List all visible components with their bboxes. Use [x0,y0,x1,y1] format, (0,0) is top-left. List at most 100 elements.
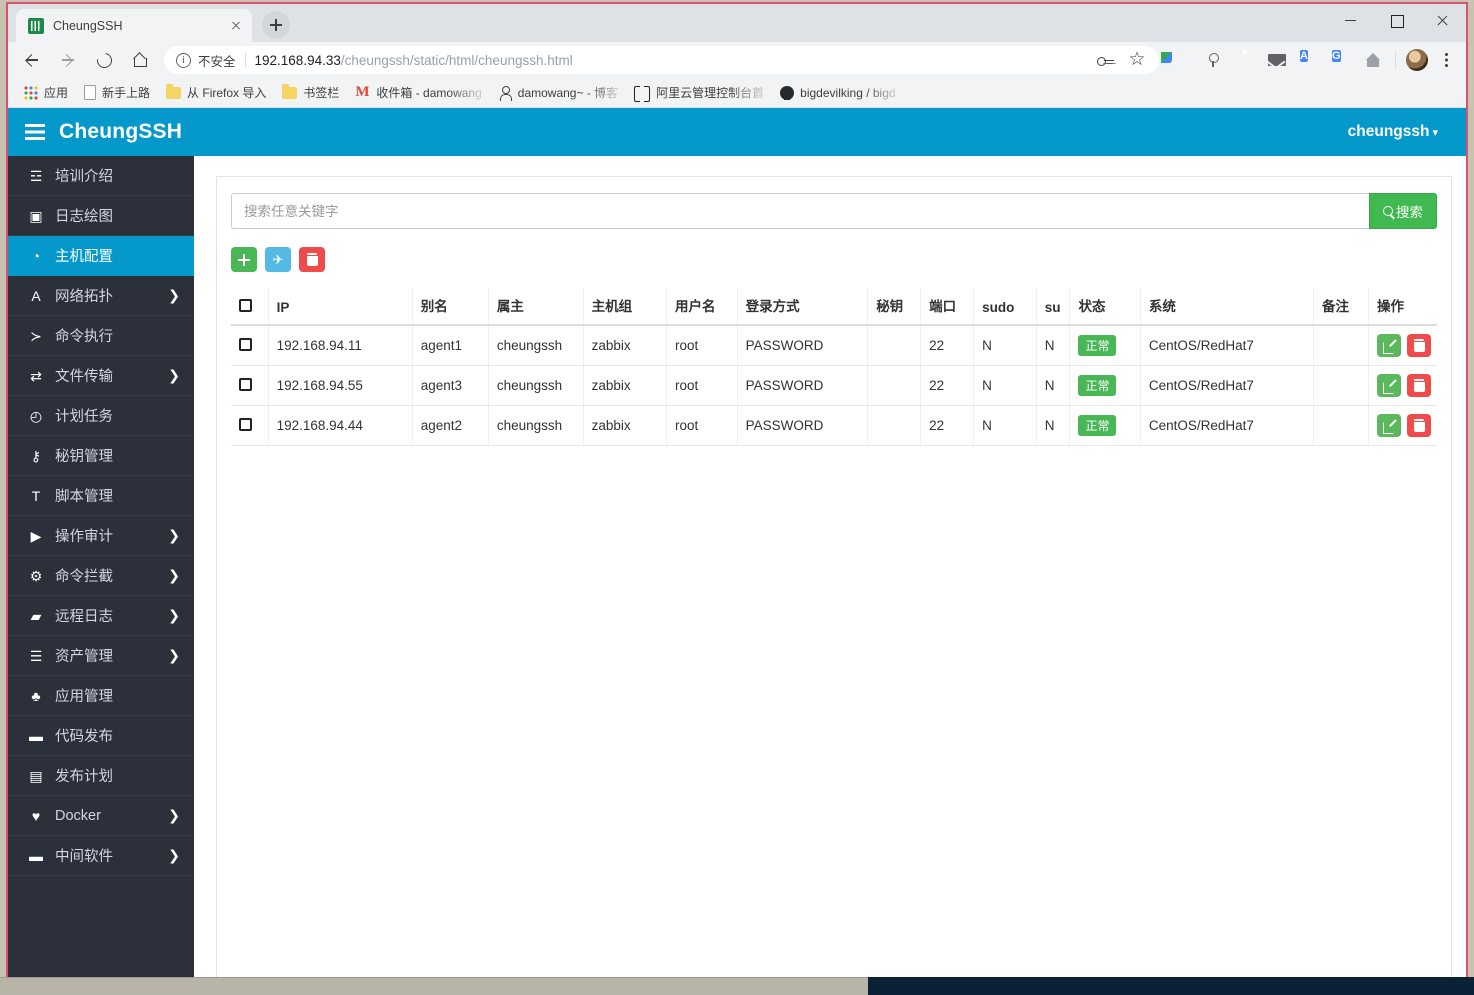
column-alias[interactable]: 别名 [412,288,489,326]
column-status[interactable]: 状态 [1069,288,1141,326]
bookmark-apps[interactable]: 应用 [16,81,76,105]
table-row[interactable]: 192.168.94.11 agent1 cheungssh zabbix root PA… [231,325,1437,366]
sidebar-item-4[interactable]: ≻ 命令执行 [8,316,194,356]
column-owner[interactable]: 属主 [488,288,584,326]
column-note[interactable]: 备注 [1313,288,1369,326]
sidebar-item-13[interactable]: ♣ 应用管理 [8,676,194,716]
add-host-button[interactable] [231,247,257,272]
cell-ip: 192.168.94.55 [268,365,413,406]
key-icon: ⚷ [30,447,42,464]
column-port[interactable]: 端口 [920,288,975,326]
cell-key [867,365,922,406]
bookmark-item[interactable]: M 收件箱 - damowang [347,81,489,105]
edit-row-button[interactable] [1377,374,1401,397]
home-icon[interactable] [125,45,155,75]
close-icon[interactable] [226,16,246,36]
sidebar-item-6[interactable]: ◴ 计划任务 [8,396,194,436]
github-icon [780,85,795,100]
edit-row-button[interactable] [1377,334,1401,357]
minimize-button[interactable] [1328,4,1374,36]
youtube-icon[interactable] [1231,46,1259,74]
column-key[interactable]: 秘钥 [867,288,922,326]
sidebar-item-7[interactable]: ⚷ 秘钥管理 [8,436,194,476]
column-login[interactable]: 登录方式 [737,288,869,326]
bookmark-item[interactable]: 阿里云管理控制台首 [626,81,772,105]
cell-sudo: N [973,405,1037,446]
sidebar-item-10[interactable]: ⚙ 命令拦截 ❯ [8,556,194,596]
sidebar-item-0[interactable]: ☲ 培训介绍 [8,156,194,196]
bookmark-label: 收件箱 - damowang [376,86,482,100]
bookmark-item[interactable]: bigdevilking / bigd [772,81,903,105]
sidebar-item-16[interactable]: ♥ Docker ❯ [8,796,194,836]
column-group[interactable]: 主机组 [583,288,668,326]
search-button[interactable]: 搜索 [1369,193,1437,229]
action-buttons: ✈ [231,247,1437,272]
sidebar-item-1[interactable]: ▣ 日志绘图 [8,196,194,236]
delete-row-button[interactable] [1407,374,1431,397]
edit-row-button[interactable] [1377,414,1401,437]
chevron-right-icon: ❯ [168,847,180,863]
sidebar-item-14[interactable]: ▬ 代码发布 [8,716,194,756]
browser-tab[interactable]: CheungSSH [16,9,252,42]
mail-icon[interactable] [1263,46,1291,74]
reload-icon[interactable] [89,45,119,75]
back-icon[interactable] [17,45,47,75]
sidebar-item-9[interactable]: ▶ 操作审计 ❯ [8,516,194,556]
delete-row-button[interactable] [1407,414,1431,437]
address-bar[interactable]: 不安全 192.168.94.33/cheungssh/static/html/… [164,46,1159,74]
horizontal-scrollbar[interactable] [0,977,868,995]
cell-ip: 192.168.94.44 [268,405,413,446]
row-checkbox[interactable] [239,337,252,351]
column-system[interactable]: 系统 [1140,288,1315,326]
new-tab-button[interactable] [262,11,290,39]
avatar[interactable] [1406,49,1428,71]
star-icon[interactable] [1123,46,1151,74]
bookmark-item[interactable]: damowang~ - 博客 [490,81,626,105]
window-close-button[interactable] [1420,4,1466,36]
cell-alias: agent2 [412,405,489,446]
apps-grid-icon [24,85,38,100]
select-all-checkbox[interactable] [239,299,252,312]
column-user[interactable]: 用户名 [666,288,738,326]
bookmark-item[interactable]: 书签栏 [274,81,347,105]
browser-menu-icon[interactable] [1432,46,1460,74]
maximize-button[interactable] [1374,4,1420,36]
url-host: 192.168.94.33 [254,52,341,68]
delete-host-button[interactable] [299,247,325,272]
microphone-icon[interactable] [1199,46,1227,74]
search-input[interactable] [231,193,1369,229]
page-icon [84,85,97,100]
info-icon[interactable] [176,52,191,68]
translate-a-icon[interactable]: A [1295,46,1323,74]
sidebar-item-8[interactable]: T 脚本管理 [8,476,194,516]
row-checkbox[interactable] [239,377,252,391]
import-host-button[interactable]: ✈ [265,247,291,272]
column-sudo[interactable]: sudo [973,288,1037,326]
google-translate-icon[interactable]: G [1327,46,1355,74]
bookmark-item[interactable]: 从 Firefox 导入 [158,81,274,105]
home-extension-icon[interactable] [1359,46,1387,74]
aliyun-icon [634,85,651,102]
hamburger-icon[interactable] [25,124,45,140]
table-row[interactable]: 192.168.94.44 agent2 cheungssh zabbix root PA… [231,405,1437,446]
color-square-extension-icon[interactable] [1167,46,1195,74]
column-ip[interactable]: IP [268,288,413,326]
bookmark-item[interactable]: 新手上路 [76,81,158,105]
column-su[interactable]: su [1036,288,1071,326]
user-menu[interactable]: cheungssh ▾ [1348,123,1438,141]
sidebar-item-11[interactable]: ▰ 远程日志 ❯ [8,596,194,636]
cell-su: N [1036,365,1071,406]
sidebar-item-2[interactable]: ◔ 主机配置 [8,236,194,276]
row-checkbox[interactable] [239,417,252,431]
sidebar-item-3[interactable]: A 网络拓扑 ❯ [8,276,194,316]
sidebar-item-17[interactable]: ▬ 中间软件 ❯ [8,836,194,876]
sidebar-item-15[interactable]: ▤ 发布计划 [8,756,194,796]
key-icon[interactable] [1091,46,1119,74]
column-actions[interactable]: 操作 [1368,288,1437,326]
sidebar-item-12[interactable]: ☰ 资产管理 ❯ [8,636,194,676]
cell-owner: cheungssh [488,405,584,446]
sidebar-item-5[interactable]: ⇄ 文件传输 ❯ [8,356,194,396]
delete-row-button[interactable] [1407,334,1431,357]
forward-icon[interactable] [53,45,83,75]
table-row[interactable]: 192.168.94.55 agent3 cheungssh zabbix root PA… [231,365,1437,406]
